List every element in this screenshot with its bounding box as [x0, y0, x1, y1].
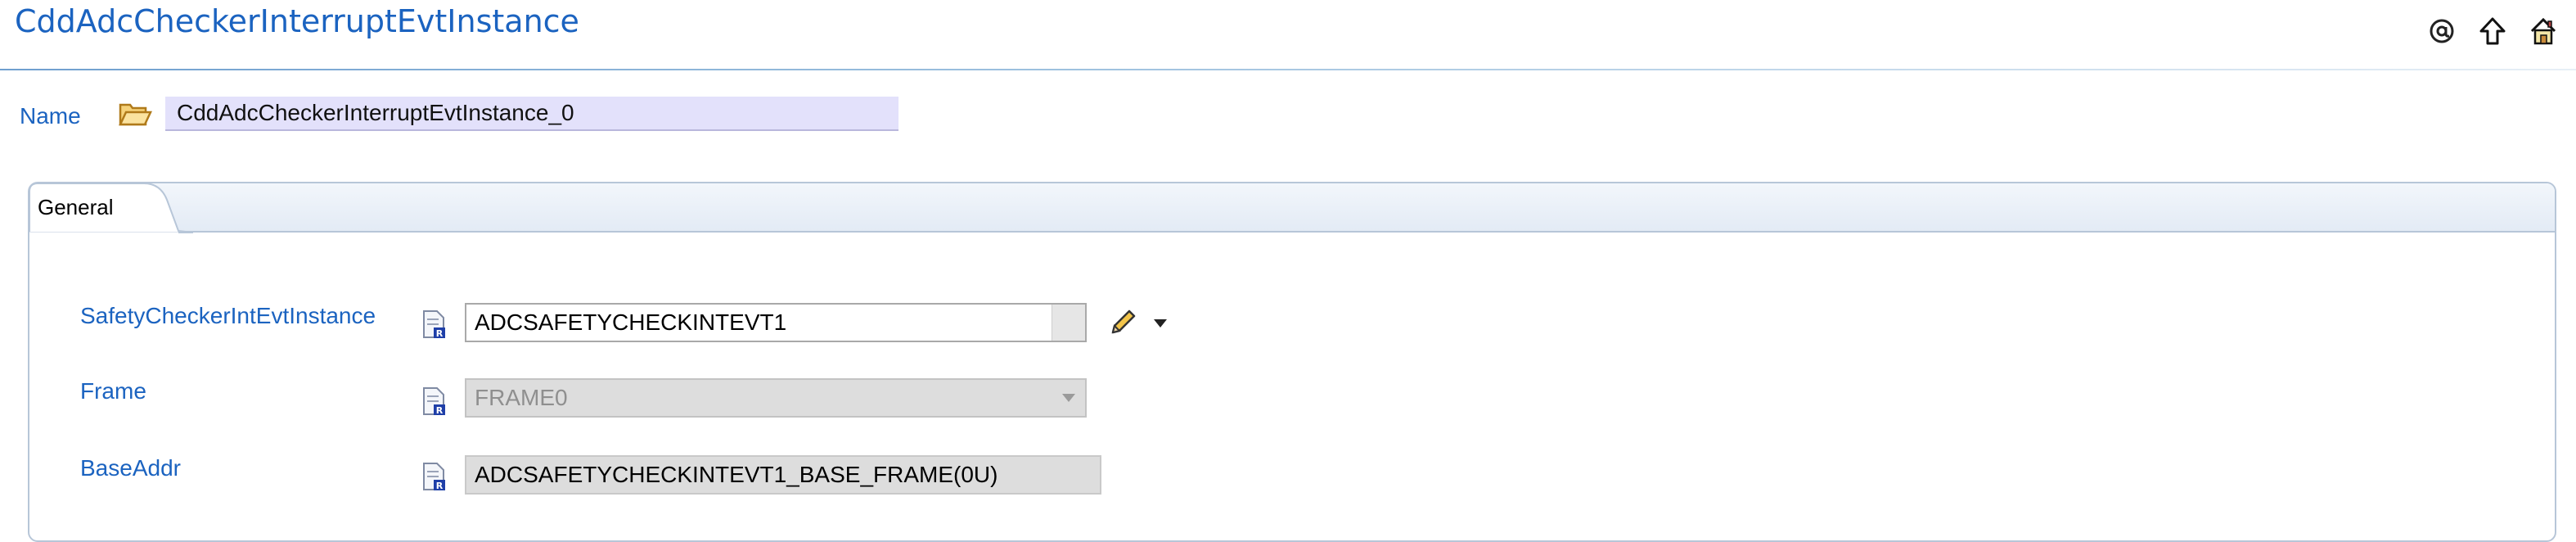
- frame-select[interactable]: FRAME0: [465, 378, 1087, 418]
- up-arrow-icon[interactable]: [2476, 15, 2509, 47]
- svg-text:R: R: [436, 405, 444, 416]
- frame-label: Frame: [80, 378, 146, 404]
- tab-strip: [29, 183, 2555, 233]
- frame-value: FRAME0: [475, 385, 568, 410]
- header-toolbar: [2425, 15, 2560, 47]
- safety-checker-input[interactable]: ADCSAFETYCHECKINTEVT1: [465, 303, 1087, 342]
- properties-panel: General: [28, 182, 2556, 542]
- folder-open-icon[interactable]: [118, 100, 152, 128]
- svg-text:R: R: [436, 481, 444, 491]
- header-divider: [0, 69, 2576, 70]
- chevron-down-icon[interactable]: [1152, 318, 1169, 329]
- safety-checker-label: SafetyCheckerIntEvtInstance: [80, 303, 376, 328]
- pencil-edit-icon[interactable]: [1106, 306, 1139, 339]
- baseaddr-value: ADCSAFETYCHECKINTEVT1_BASE_FRAME(0U): [475, 462, 998, 487]
- input-end-cap: [1052, 305, 1085, 341]
- safety-checker-value: ADCSAFETYCHECKINTEVT1: [475, 309, 787, 335]
- chevron-down-icon[interactable]: [1052, 380, 1085, 416]
- reference-doc-icon: R: [422, 309, 447, 339]
- page-title: CddAdcCheckerInterruptEvtInstance: [15, 3, 579, 39]
- reference-doc-icon: R: [422, 386, 447, 416]
- svg-text:R: R: [436, 328, 444, 339]
- baseaddr-field[interactable]: ADCSAFETYCHECKINTEVT1_BASE_FRAME(0U): [465, 455, 1101, 495]
- reference-doc-icon: R: [422, 462, 447, 491]
- baseaddr-label: BaseAddr: [80, 455, 181, 481]
- at-icon[interactable]: [2425, 15, 2458, 47]
- name-input[interactable]: [165, 97, 898, 131]
- tab-label: General: [38, 195, 114, 219]
- home-icon[interactable]: [2527, 15, 2560, 47]
- name-label: Name: [20, 103, 81, 129]
- tab-general[interactable]: General: [29, 183, 193, 234]
